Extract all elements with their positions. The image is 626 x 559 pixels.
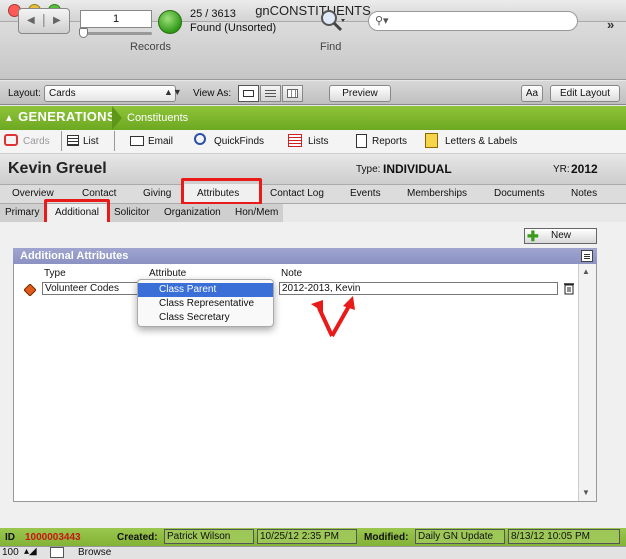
record-slider-thumb[interactable] <box>79 28 88 38</box>
plus-icon: ✚ <box>527 228 539 244</box>
nav-divider <box>61 131 62 151</box>
edit-layout-button[interactable]: Edit Layout <box>550 85 620 102</box>
email-icon <box>130 136 144 146</box>
id-label: ID <box>5 532 15 543</box>
nav-divider <box>114 131 115 151</box>
type-field[interactable]: Volunteer Codes <box>42 282 142 295</box>
reports-icon <box>356 134 367 148</box>
column-header-type: Type <box>44 268 66 279</box>
tab-events[interactable]: Events <box>350 188 381 199</box>
created-by-field: Patrick Wilson <box>164 529 254 544</box>
lists-icon <box>288 134 302 147</box>
view-as-label: View As: <box>193 88 232 99</box>
tab-overview[interactable]: Overview <box>12 188 54 199</box>
search-icon: ⚲▾ <box>375 15 389 27</box>
previous-record-icon[interactable]: ◀ <box>27 15 35 26</box>
brand-name: GENERATIONS <box>18 109 116 124</box>
brand-logo: ▲ GENERATIONS <box>4 109 116 124</box>
panel-title: Additional Attributes <box>20 250 129 262</box>
tab-documents[interactable]: Documents <box>494 188 545 199</box>
list-icon <box>67 135 79 146</box>
zoom-level[interactable]: 100 <box>2 547 19 558</box>
diamond-record-icon[interactable] <box>24 284 36 296</box>
tab-contact-log[interactable]: Contact Log <box>270 188 324 199</box>
subtab-solicitor[interactable]: Solicitor <box>114 207 150 218</box>
scroll-up-icon[interactable]: ▲ <box>582 267 590 276</box>
record-slider[interactable] <box>82 32 152 35</box>
nav-email[interactable]: Email <box>148 136 173 147</box>
book-divider: | <box>42 11 46 27</box>
letters-icon <box>425 133 438 148</box>
modified-at-field: 8/13/12 10:05 PM <box>508 529 620 544</box>
nav-quickfinds[interactable]: QuickFinds <box>214 136 264 147</box>
new-button-label: New <box>551 230 572 241</box>
scrollbar[interactable]: ▲ ▼ <box>578 264 596 501</box>
tab-giving[interactable]: Giving <box>143 188 171 199</box>
zoom-controls-icon[interactable]: ▴◢ <box>24 546 37 557</box>
column-header-note: Note <box>281 268 303 279</box>
chevron-updown-icon: ▲▼ <box>164 87 182 97</box>
magnifier-icon <box>194 133 206 145</box>
search-input[interactable] <box>368 11 578 31</box>
constituent-name: Kevin Greuel <box>8 160 107 177</box>
text-formatting-button[interactable]: Aa <box>521 85 543 102</box>
highlight-box-attributes <box>181 178 262 205</box>
view-as-list-button[interactable] <box>260 85 281 102</box>
created-label: Created: <box>117 532 158 543</box>
find-magnifier-icon[interactable] <box>319 8 345 34</box>
modified-label: Modified: <box>364 532 409 543</box>
find-label: Find <box>320 41 342 53</box>
layout-select[interactable]: Cards <box>44 85 176 102</box>
subtab-hon-mem[interactable]: Hon/Mem <box>235 207 278 218</box>
view-as-form-button[interactable] <box>238 85 259 102</box>
tab-contact[interactable]: Contact <box>82 188 116 199</box>
tab-memberships[interactable]: Memberships <box>407 188 467 199</box>
cards-icon <box>4 134 18 146</box>
created-at-field: 10/25/12 2:35 PM <box>257 529 357 544</box>
generations-logo-icon: ▲ <box>4 113 15 124</box>
subtab-organization[interactable]: Organization <box>164 207 221 218</box>
status-area-toggle-icon[interactable] <box>50 547 64 558</box>
modified-by-field: Daily GN Update <box>415 529 505 544</box>
toolbar-overflow-icon[interactable]: » <box>607 17 614 32</box>
column-header-attribute: Attribute <box>149 268 187 279</box>
nav-reports[interactable]: Reports <box>372 136 407 147</box>
breadcrumb-section: Constituents <box>127 112 189 124</box>
next-record-icon[interactable]: ▶ <box>53 15 61 26</box>
scroll-down-icon[interactable]: ▼ <box>582 488 590 497</box>
dropdown-option-class-secretary[interactable]: Class Secretary <box>138 311 273 325</box>
subtab-primary[interactable]: Primary <box>5 207 39 218</box>
breadcrumb-arrow <box>112 106 122 130</box>
nav-cards[interactable]: Cards <box>23 136 50 147</box>
trash-icon[interactable] <box>563 282 575 295</box>
found-set-pie-icon <box>158 10 182 34</box>
nav-letters-labels[interactable]: Letters & Labels <box>445 136 517 147</box>
record-count: 25 / 3613 <box>190 8 236 20</box>
record-book[interactable]: ◀ | ▶ <box>18 8 70 34</box>
dropdown-option-class-parent[interactable]: Class Parent <box>138 283 273 297</box>
records-label: Records <box>130 41 171 53</box>
mode-indicator: Browse <box>78 547 112 558</box>
tab-notes[interactable]: Notes <box>571 188 597 199</box>
type-value: INDIVIDUAL <box>383 162 452 176</box>
found-status: Found (Unsorted) <box>190 22 277 34</box>
dropdown-option-class-representative[interactable]: Class Representative <box>138 297 273 311</box>
yr-value: 2012 <box>571 162 598 176</box>
type-label: Type: <box>356 164 381 175</box>
panel-menu-icon[interactable] <box>581 250 593 262</box>
id-value: 1000003443 <box>25 532 81 543</box>
nav-list[interactable]: List <box>83 136 99 147</box>
layout-label: Layout: <box>8 88 41 99</box>
annotation-arrows <box>311 296 355 337</box>
preview-button[interactable]: Preview <box>329 85 391 102</box>
yr-label: YR: <box>553 164 570 175</box>
nav-lists[interactable]: Lists <box>308 136 329 147</box>
view-as-table-button[interactable] <box>282 85 303 102</box>
record-number-field[interactable]: 1 <box>80 10 152 28</box>
